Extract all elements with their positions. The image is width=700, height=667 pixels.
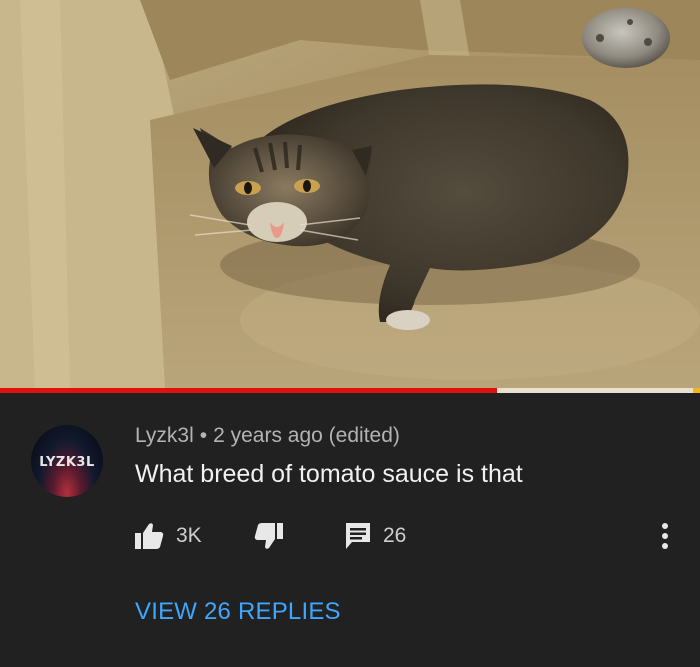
thumbs-up-icon xyxy=(134,522,164,550)
comment-text: What breed of tomato sauce is that xyxy=(135,460,523,488)
reply-button[interactable]: 26 xyxy=(345,516,406,556)
avatar[interactable]: LYZK3L xyxy=(31,425,103,497)
comment-actions: 3K 26 xyxy=(0,516,700,556)
video-player[interactable] xyxy=(0,0,700,388)
comment-meta: Lyzk3l • 2 years ago (edited) xyxy=(135,424,400,448)
comment-time: 2 years ago (edited) xyxy=(213,424,400,447)
comment-icon xyxy=(345,522,371,550)
dislike-button[interactable] xyxy=(254,516,284,556)
video-frame xyxy=(0,0,700,388)
like-button[interactable]: 3K xyxy=(134,516,202,556)
thumbs-down-icon xyxy=(254,522,284,550)
more-vert-icon xyxy=(650,523,680,558)
comment-author[interactable]: Lyzk3l xyxy=(135,424,194,447)
like-count: 3K xyxy=(176,524,202,547)
avatar-text: LYZK3L xyxy=(39,455,95,470)
more-options-button[interactable] xyxy=(650,520,680,554)
view-replies-link[interactable]: VIEW 26 REPLIES xyxy=(135,598,341,626)
reply-count: 26 xyxy=(383,524,407,547)
meta-separator: • xyxy=(199,424,208,447)
